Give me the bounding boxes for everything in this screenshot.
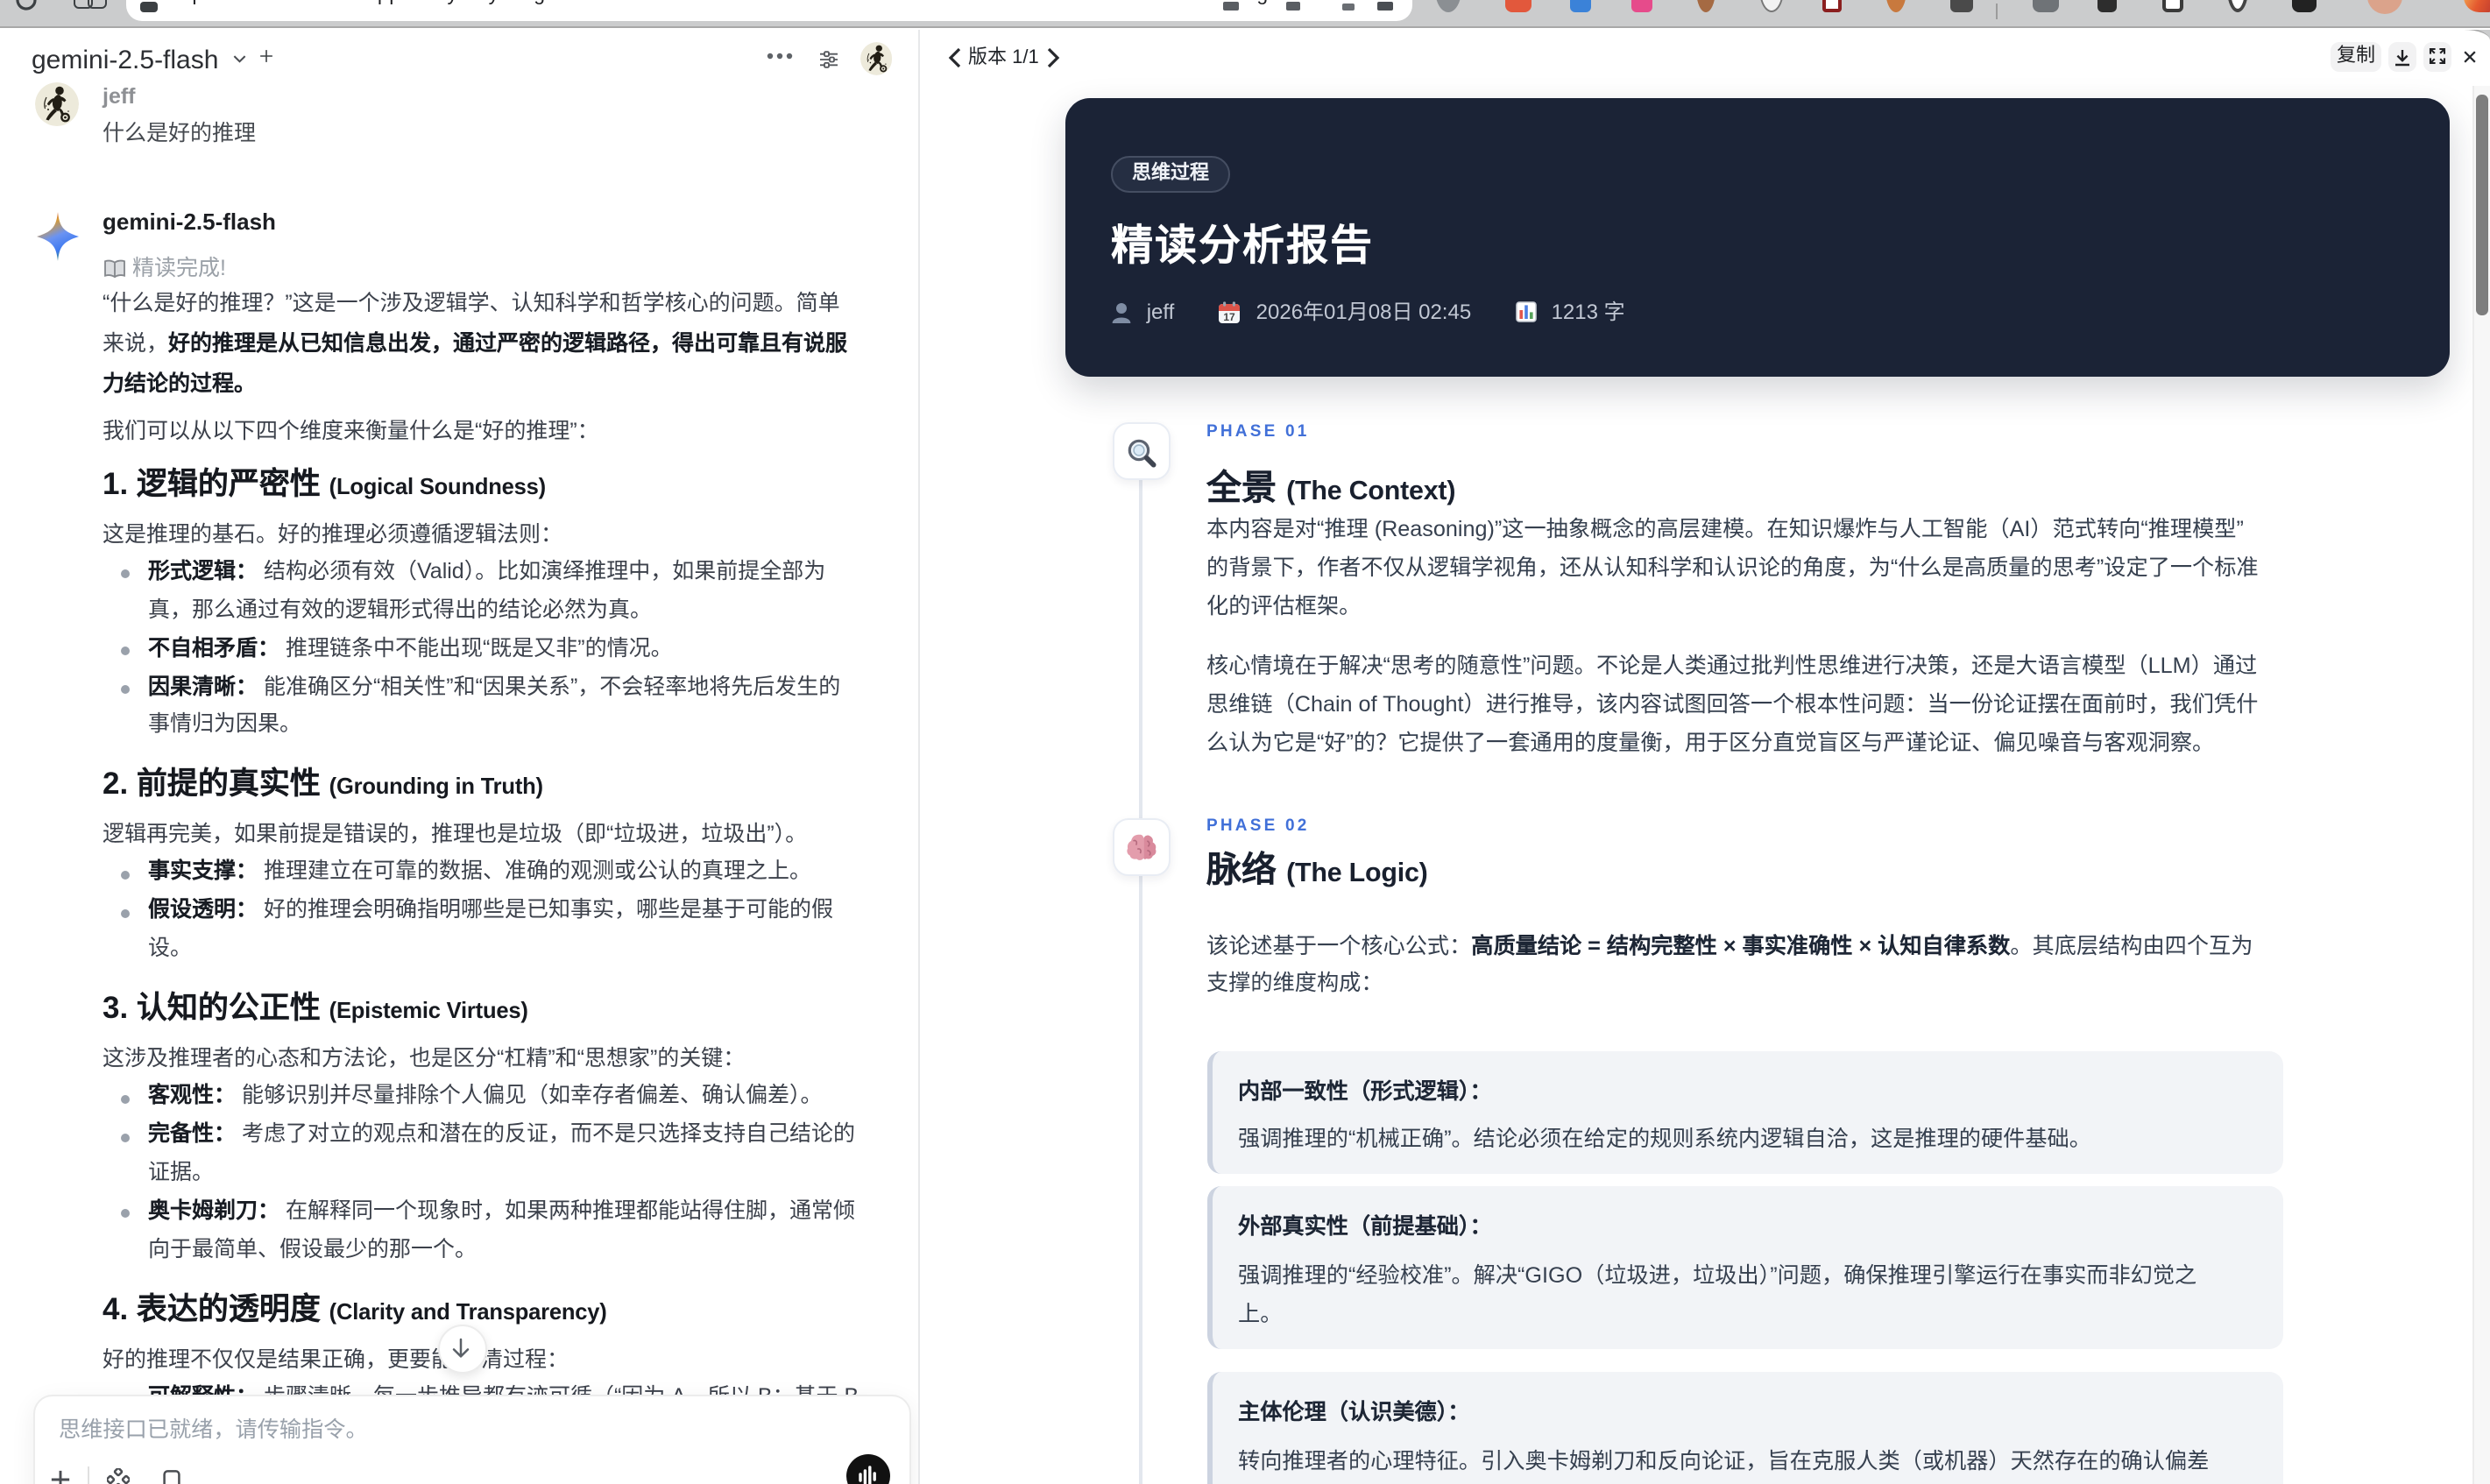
- svg-text:17: 17: [1224, 310, 1236, 322]
